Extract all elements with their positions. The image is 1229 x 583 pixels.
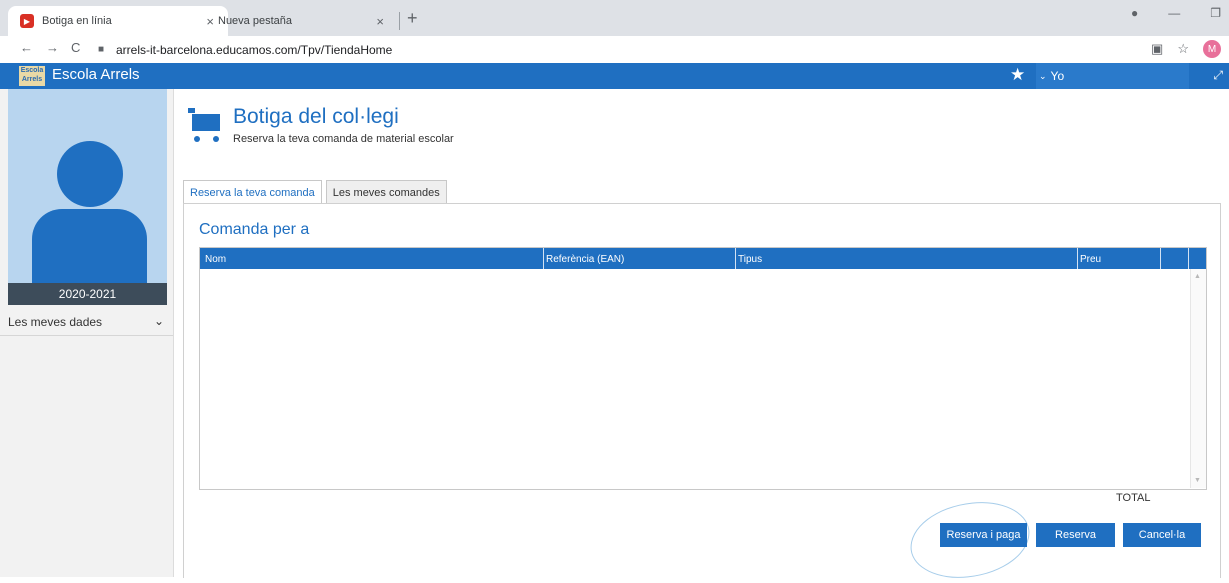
column-header-price[interactable]: Preu bbox=[1080, 254, 1101, 265]
profile-picture bbox=[8, 89, 167, 283]
app-header: Escola Arrels Escola Arrels ★ ⌄ Yo ⤢ bbox=[0, 63, 1229, 89]
table-scrollbar[interactable]: ▲ ▼ bbox=[1190, 269, 1206, 488]
reload-icon[interactable]: C bbox=[71, 40, 80, 55]
tab-search-icon[interactable]: ● bbox=[1131, 6, 1138, 20]
bookmark-star-icon[interactable]: ☆ bbox=[1177, 41, 1189, 57]
scroll-down-icon[interactable]: ▼ bbox=[1194, 477, 1201, 484]
school-year: 2020-2021 bbox=[8, 283, 167, 305]
order-table: Nom Referència (EAN) Tipus Preu ▲ ▼ bbox=[199, 247, 1207, 490]
favorites-star-icon[interactable]: ★ bbox=[1010, 65, 1025, 85]
user-menu[interactable]: ⌄ Yo bbox=[1036, 63, 1189, 89]
avatar-body bbox=[32, 209, 147, 283]
tab-title: Botiga en línia bbox=[42, 15, 112, 27]
app-title[interactable]: Escola Arrels bbox=[52, 66, 140, 83]
minimize-icon[interactable]: — bbox=[1168, 6, 1180, 20]
tab-my-orders[interactable]: Les meves comandes bbox=[325, 180, 447, 204]
toolbar-icons: ▣ ☆ M bbox=[1151, 40, 1221, 58]
chevron-down-icon: ⌄ bbox=[1039, 70, 1047, 81]
page-subtitle: Reserva la teva comanda de material esco… bbox=[233, 133, 454, 145]
browser-toolbar: ← → C ■ arrels-it-barcelona.educamos.com… bbox=[0, 36, 1229, 63]
window-controls: ● — ❐ bbox=[1131, 6, 1221, 20]
profile-avatar[interactable]: M bbox=[1203, 40, 1221, 58]
tab-reserve-order[interactable]: Reserva la teva comanda bbox=[183, 180, 322, 205]
site-favicon-icon: ▶ bbox=[20, 14, 34, 28]
page-title: Botiga del col·legi bbox=[233, 105, 399, 128]
sidebar-item-my-data[interactable]: Les meves dades ⌄ bbox=[0, 311, 173, 336]
column-divider bbox=[735, 248, 736, 269]
column-divider bbox=[543, 248, 544, 269]
lock-icon: ■ bbox=[98, 44, 105, 55]
school-logo[interactable]: Escola Arrels bbox=[19, 66, 45, 86]
fullscreen-icon[interactable]: ⤢ bbox=[1213, 68, 1223, 83]
avatar-head bbox=[57, 141, 123, 207]
column-header-name[interactable]: Nom bbox=[205, 254, 226, 265]
reserve-and-pay-button[interactable]: Reserva i paga bbox=[940, 523, 1027, 547]
tab-title: Nueva pestaña bbox=[218, 15, 292, 27]
order-for-heading: Comanda per a bbox=[199, 221, 310, 238]
user-menu-label: Yo bbox=[1050, 69, 1065, 83]
sidebar-item-label: Les meves dades bbox=[8, 315, 103, 329]
scroll-up-icon[interactable]: ▲ bbox=[1194, 273, 1201, 280]
column-header-type[interactable]: Tipus bbox=[738, 254, 762, 265]
browser-tab-active[interactable]: ▶ Botiga en línia × bbox=[8, 6, 228, 36]
new-tab-button[interactable]: + bbox=[407, 8, 418, 29]
total-label: TOTAL bbox=[1116, 492, 1151, 504]
shopping-cart-icon bbox=[188, 108, 220, 142]
tab-separator bbox=[399, 12, 400, 30]
column-divider bbox=[1160, 248, 1161, 269]
forward-arrow-icon[interactable]: → bbox=[46, 40, 59, 55]
address-bar[interactable]: ■ arrels-it-barcelona.educamos.com/Tpv/T… bbox=[98, 39, 1158, 60]
column-divider bbox=[1077, 248, 1078, 269]
table-header: Nom Referència (EAN) Tipus Preu bbox=[200, 248, 1206, 269]
sidebar: 2020-2021 Les meves dades ⌄ bbox=[0, 89, 174, 577]
chevron-down-icon: ⌄ bbox=[153, 314, 164, 328]
cancel-button[interactable]: Cancel·la bbox=[1123, 523, 1201, 547]
translate-icon[interactable]: ▣ bbox=[1151, 41, 1163, 57]
browser-tab-strip: ▶ Botiga en línia × Nueva pestaña × + ● … bbox=[0, 0, 1229, 36]
reserve-button[interactable]: Reserva bbox=[1036, 523, 1115, 547]
url-text: arrels-it-barcelona.educamos.com/Tpv/Tie… bbox=[116, 42, 393, 57]
maximize-icon[interactable]: ❐ bbox=[1210, 6, 1221, 20]
browser-tab-inactive[interactable]: Nueva pestaña × bbox=[210, 6, 400, 36]
column-divider bbox=[1188, 248, 1189, 269]
back-arrow-icon[interactable]: ← bbox=[20, 40, 33, 55]
close-tab-icon[interactable]: × bbox=[376, 14, 384, 29]
column-header-reference[interactable]: Referència (EAN) bbox=[546, 254, 624, 265]
page-tabs: Reserva la teva comanda Les meves comand… bbox=[183, 180, 447, 205]
